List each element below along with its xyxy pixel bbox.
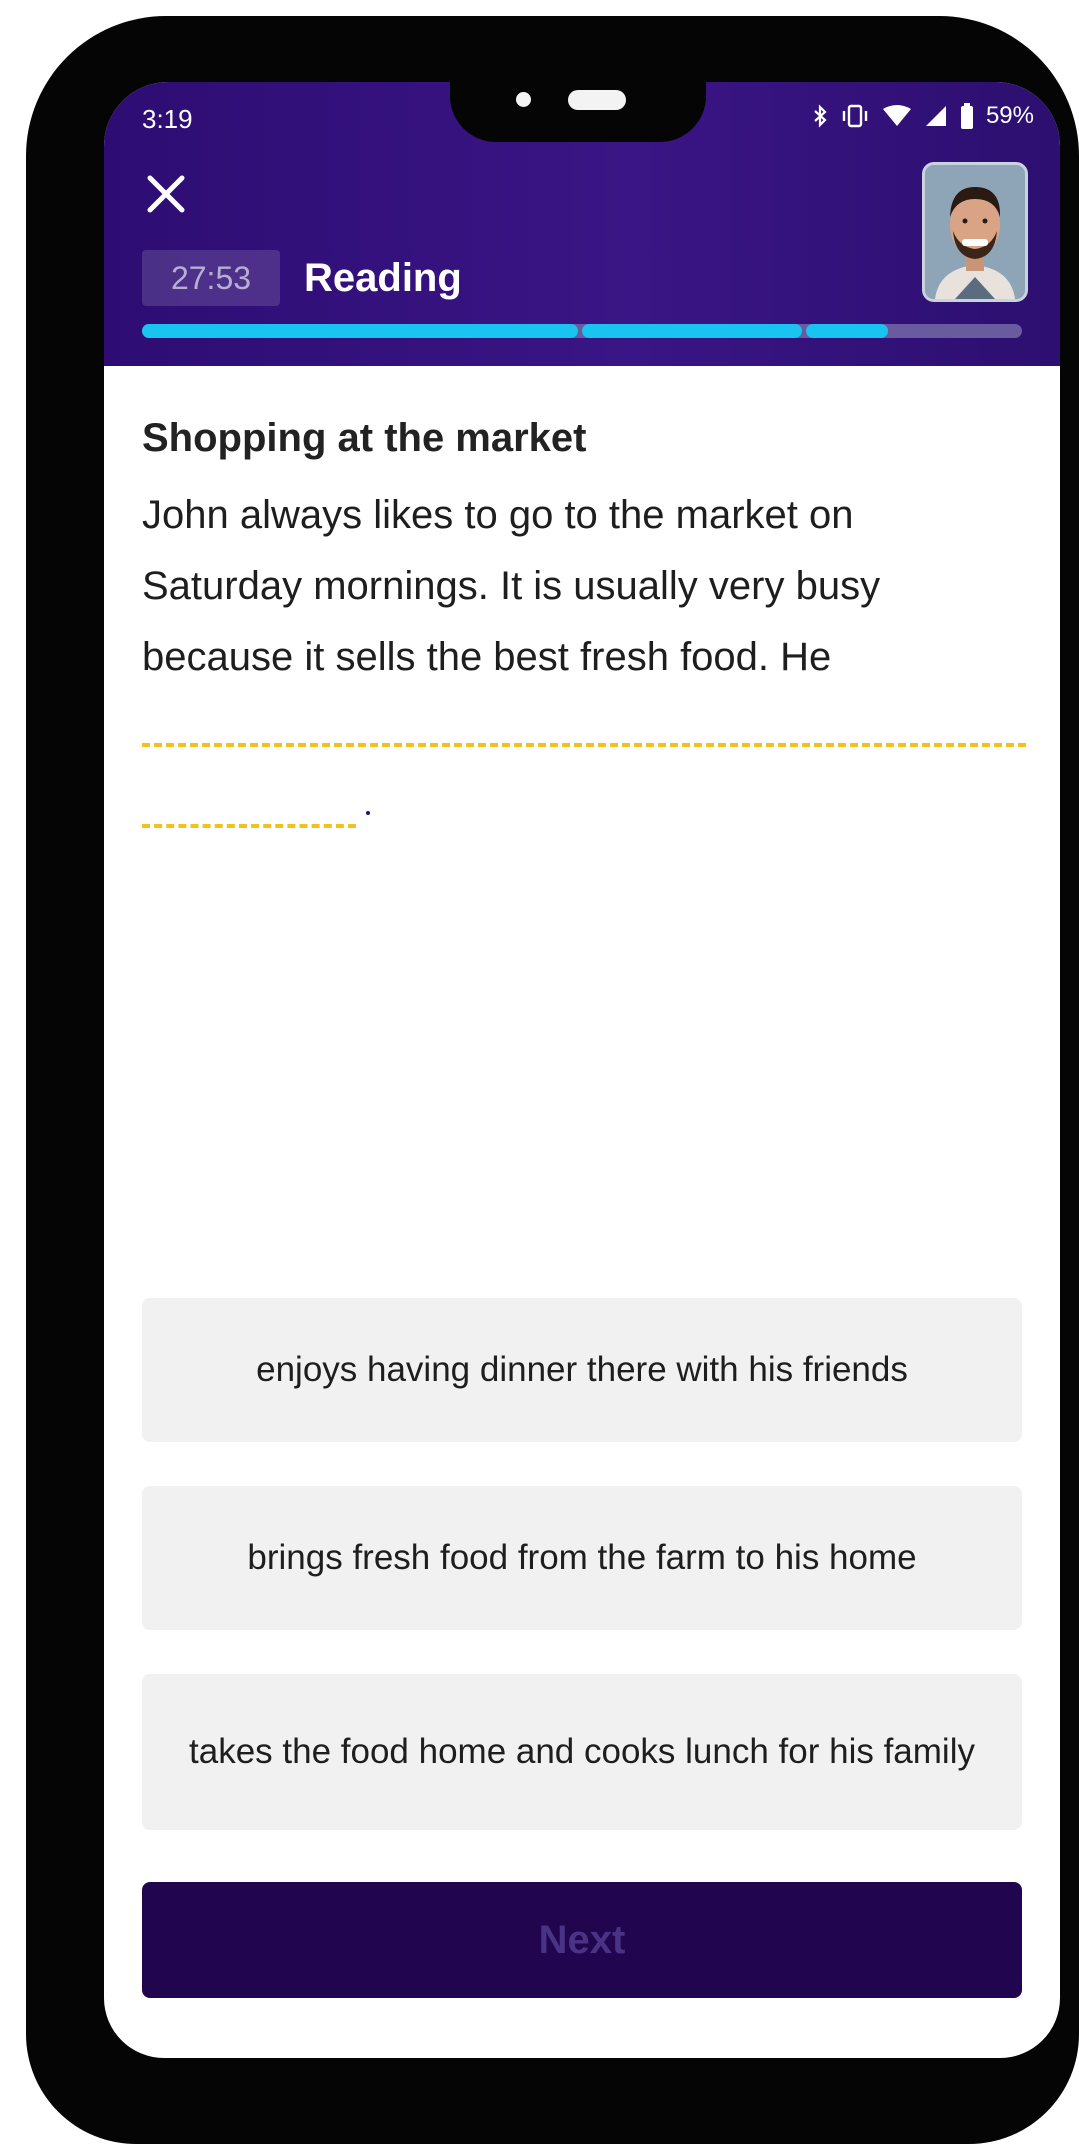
passage-title: Shopping at the market — [142, 416, 587, 460]
section-title: Reading — [304, 256, 462, 300]
quiz-header: 3:19 59% 27:53 Reading — [104, 82, 1060, 366]
status-icons: 59% — [812, 102, 1034, 130]
answer-option-label: takes the food home and cooks lunch for … — [189, 1732, 975, 1771]
answer-option-2[interactable]: brings fresh food from the farm to his h… — [142, 1486, 1022, 1630]
answer-blank-line-2 — [142, 824, 356, 828]
progress-segment-2 — [582, 324, 802, 338]
camera-notch — [450, 82, 706, 142]
tutor-avatar — [922, 162, 1028, 302]
status-time: 3:19 — [142, 104, 193, 134]
answer-option-label: brings fresh food from the farm to his h… — [247, 1538, 917, 1577]
tutor-portrait — [925, 165, 1025, 299]
phone-frame: 3:19 59% 27:53 Reading Shopping at the m… — [26, 16, 1079, 2144]
signal-icon — [925, 106, 946, 126]
passage-text: John always likes to go to the market on… — [142, 493, 881, 679]
countdown-timer: 27:53 — [142, 250, 280, 306]
app-screen: 3:19 59% 27:53 Reading Shopping at the m… — [104, 82, 1060, 2058]
speaker-pill — [568, 90, 626, 110]
blank-end-period — [366, 811, 370, 815]
answer-blank-line-1 — [142, 743, 1026, 747]
wifi-icon — [882, 105, 911, 126]
progress-segment-3 — [806, 324, 888, 338]
vibrate-icon — [842, 104, 868, 128]
progress-bar — [142, 324, 1022, 338]
next-button[interactable]: Next — [142, 1882, 1022, 1998]
answer-option-1[interactable]: enjoys having dinner there with his frie… — [142, 1298, 1022, 1442]
answer-option-label: enjoys having dinner there with his frie… — [256, 1350, 908, 1389]
battery-percent: 59% — [985, 102, 1034, 129]
close-icon[interactable] — [142, 170, 190, 218]
answer-option-3[interactable]: takes the food home and cooks lunch for … — [142, 1674, 1022, 1830]
bluetooth-icon — [814, 104, 827, 128]
progress-segment-1 — [142, 324, 578, 338]
camera-dot — [516, 92, 531, 107]
battery-icon — [960, 103, 973, 129]
